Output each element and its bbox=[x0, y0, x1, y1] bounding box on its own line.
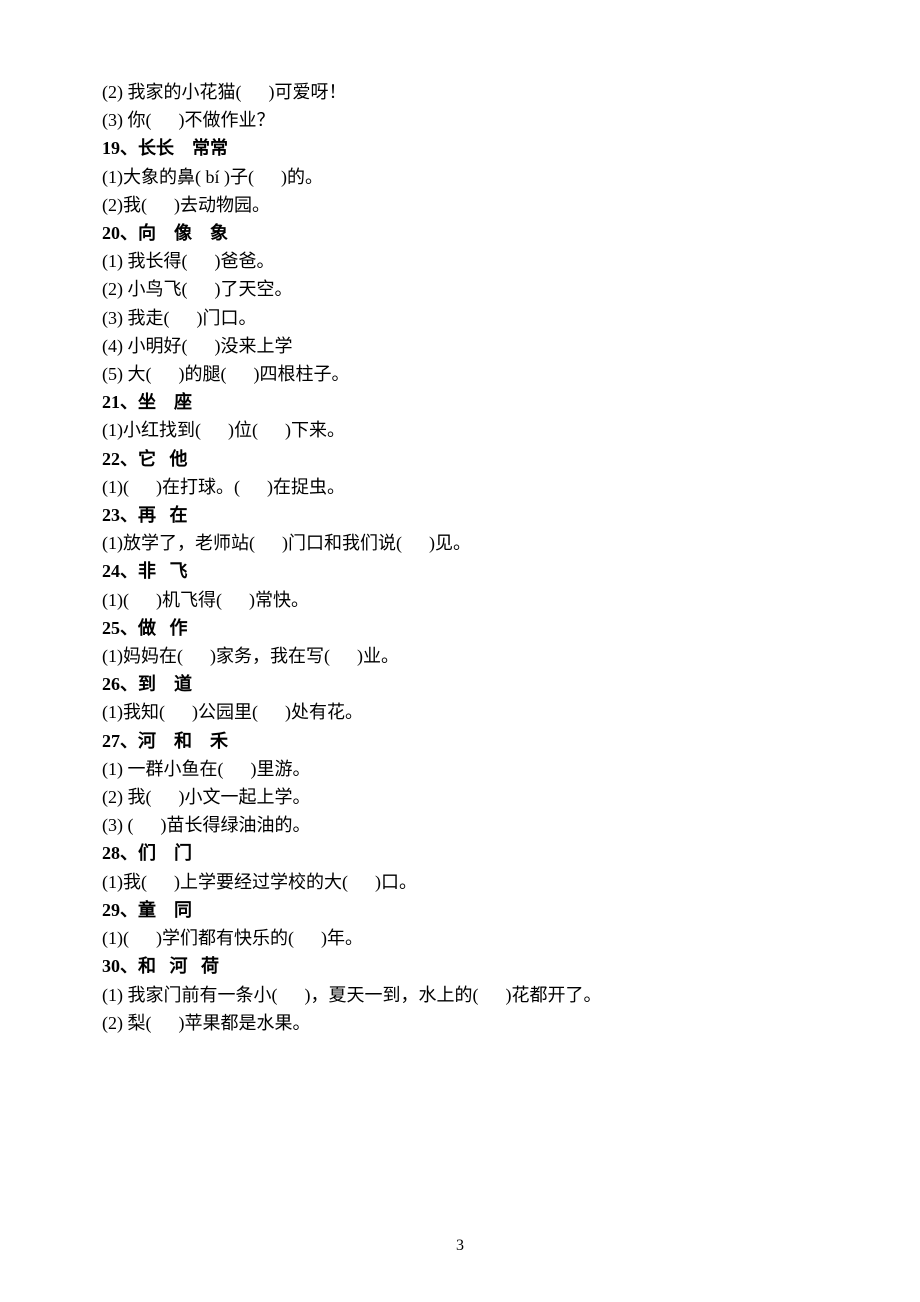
exercise-line: (1)我( )上学要经过学校的大( )口。 bbox=[102, 868, 820, 896]
exercise-line: (1)大象的鼻( bí )子( )的。 bbox=[102, 163, 820, 191]
section-heading: 20、向 像 象 bbox=[102, 219, 820, 247]
section-heading: 27、河 和 禾 bbox=[102, 727, 820, 755]
section-heading: 26、到 道 bbox=[102, 670, 820, 698]
exercise-line: (1)妈妈在( )家务，我在写( )业。 bbox=[102, 642, 820, 670]
section-heading: 30、和 河 荷 bbox=[102, 952, 820, 980]
exercise-line: (1)( )在打球。( )在捉虫。 bbox=[102, 473, 820, 501]
exercise-line: (1)我知( )公园里( )处有花。 bbox=[102, 698, 820, 726]
exercise-line: (5) 大( )的腿( )四根柱子。 bbox=[102, 360, 820, 388]
exercise-line: (2) 我( )小文一起上学。 bbox=[102, 783, 820, 811]
section-heading: 22、它 他 bbox=[102, 445, 820, 473]
section-heading: 24、非 飞 bbox=[102, 557, 820, 585]
worksheet-page: (2) 我家的小花猫( )可爱呀！(3) 你( )不做作业？19、长长 常常(1… bbox=[0, 0, 920, 1302]
exercise-line: (1) 我长得( )爸爸。 bbox=[102, 247, 820, 275]
exercise-line: (4) 小明好( )没来上学 bbox=[102, 332, 820, 360]
section-heading: 25、做 作 bbox=[102, 614, 820, 642]
exercise-line: (2) 我家的小花猫( )可爱呀！ bbox=[102, 78, 820, 106]
exercise-line: (1)( )学们都有快乐的( )年。 bbox=[102, 924, 820, 952]
exercise-line: (3) 你( )不做作业？ bbox=[102, 106, 820, 134]
exercise-line: (1)放学了，老师站( )门口和我们说( )见。 bbox=[102, 529, 820, 557]
exercise-line: (1)小红找到( )位( )下来。 bbox=[102, 416, 820, 444]
exercise-line: (2)我( )去动物园。 bbox=[102, 191, 820, 219]
exercise-line: (2) 小鸟飞( )了天空。 bbox=[102, 275, 820, 303]
exercise-line: (1) 我家门前有一条小( )，夏天一到，水上的( )花都开了。 bbox=[102, 981, 820, 1009]
exercise-line: (2) 梨( )苹果都是水果。 bbox=[102, 1009, 820, 1037]
exercise-line: (1)( )机飞得( )常快。 bbox=[102, 586, 820, 614]
exercise-line: (1) 一群小鱼在( )里游。 bbox=[102, 755, 820, 783]
worksheet-content: (2) 我家的小花猫( )可爱呀！(3) 你( )不做作业？19、长长 常常(1… bbox=[102, 78, 820, 1037]
section-heading: 19、长长 常常 bbox=[102, 134, 820, 162]
page-number: 3 bbox=[0, 1232, 920, 1260]
exercise-line: (3) 我走( )门口。 bbox=[102, 304, 820, 332]
section-heading: 21、坐 座 bbox=[102, 388, 820, 416]
exercise-line: (3) ( )苗长得绿油油的。 bbox=[102, 811, 820, 839]
section-heading: 28、们 门 bbox=[102, 839, 820, 867]
section-heading: 23、再 在 bbox=[102, 501, 820, 529]
section-heading: 29、童 同 bbox=[102, 896, 820, 924]
